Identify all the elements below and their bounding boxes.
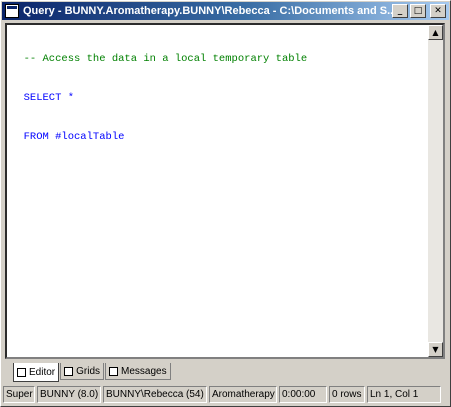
window-title: Query - BUNNY.Aromatherapy.BUNNY\Rebecca… — [23, 5, 392, 17]
pane-tabs: Editor Grids Messages — [13, 363, 172, 382]
query-editor-frame: -- Access the data in a local temporary … — [5, 23, 445, 359]
code-line-from: FROM #localTable — [11, 131, 125, 143]
scroll-down-button[interactable]: ▼ — [428, 342, 443, 357]
tab-grids-label: Grids — [76, 365, 101, 377]
title-bar[interactable]: Query - BUNNY.Aromatherapy.BUNNY\Rebecca… — [2, 2, 449, 20]
scroll-up-button[interactable]: ▲ — [428, 25, 443, 40]
tab-messages[interactable]: Messages — [105, 363, 171, 380]
code-line-select: SELECT * — [11, 92, 75, 104]
tab-editor[interactable]: Editor — [13, 363, 60, 382]
sql-editor[interactable]: -- Access the data in a local temporary … — [7, 25, 432, 357]
tab-grids[interactable]: Grids — [60, 363, 105, 380]
status-position: Ln 1, Col 1 — [367, 386, 441, 403]
query-window-icon[interactable] — [5, 4, 19, 18]
maximize-button[interactable]: □ — [410, 4, 426, 18]
status-rows: 0 rows — [329, 386, 365, 403]
status-mode: Super — [3, 386, 35, 403]
minimize-button[interactable]: _ — [392, 4, 408, 18]
status-server: BUNNY (8.0) — [37, 386, 101, 403]
status-elapsed: 0:00:00 — [279, 386, 327, 403]
tab-messages-label: Messages — [121, 365, 167, 377]
tab-editor-label: Editor — [29, 366, 56, 378]
grid-icon — [64, 366, 74, 376]
editor-icon — [17, 367, 26, 377]
close-button[interactable]: ✕ — [430, 4, 446, 18]
messages-icon — [109, 366, 119, 376]
code-line-comment: -- Access the data in a local temporary … — [11, 53, 308, 65]
vertical-scrollbar[interactable]: ▲ ▼ — [428, 25, 443, 357]
status-bar: Super BUNNY (8.0) BUNNY\Rebecca (54) Aro… — [3, 386, 449, 405]
query-window: Query - BUNNY.Aromatherapy.BUNNY\Rebecca… — [0, 0, 451, 407]
status-user: BUNNY\Rebecca (54) — [103, 386, 207, 403]
status-database: Aromatherapy — [209, 386, 277, 403]
